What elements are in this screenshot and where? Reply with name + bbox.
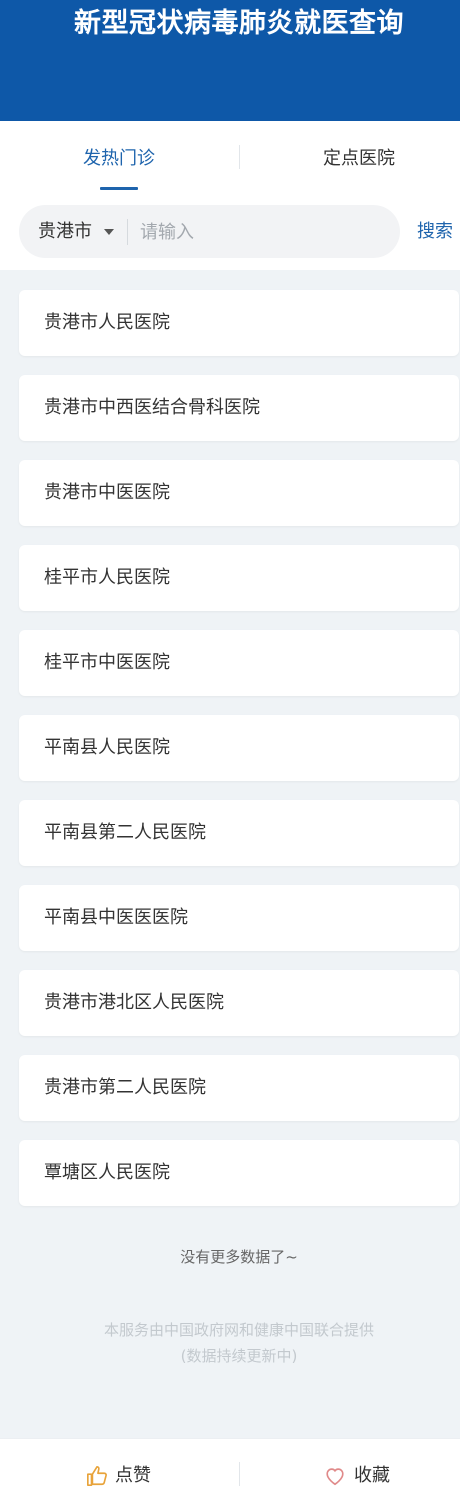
hospital-name: 桂平市中医医院 — [44, 652, 170, 673]
hospital-list-item[interactable]: 平南县中医医医院 — [19, 885, 459, 951]
footer-note-line1: 本服务由中国政府网和健康中国联合提供 — [103, 1321, 374, 1339]
hospital-list-item[interactable]: 贵港市港北区人民医院 — [19, 970, 459, 1036]
page-title: 新型冠状病毒肺炎就医查询 — [74, 8, 404, 39]
hospital-list-item[interactable]: 贵港市第二人民医院 — [19, 1055, 459, 1121]
heart-icon — [326, 1468, 344, 1486]
list-end-text: 没有更多数据了~ — [180, 1248, 298, 1266]
hospital-name: 贵港市人民医院 — [44, 312, 170, 333]
hospital-name: 平南县人民医院 — [44, 737, 170, 758]
search-separator — [127, 219, 128, 245]
thumbs-up-icon — [87, 1466, 107, 1486]
favorite-label: 收藏 — [354, 1465, 390, 1486]
search-input[interactable] — [140, 214, 390, 250]
search-button[interactable]: 搜索 — [417, 216, 453, 248]
bottom-action-bar — [0, 1438, 460, 1510]
like-label: 点赞 — [115, 1465, 151, 1486]
bottom-divider — [239, 1462, 240, 1486]
hospital-name: 平南县第二人民医院 — [44, 822, 206, 843]
hospital-list-item[interactable]: 平南县第二人民医院 — [19, 800, 459, 866]
hospital-name: 贵港市中西医结合骨科医院 — [44, 397, 260, 418]
hospital-list-item[interactable]: 平南县人民医院 — [19, 715, 459, 781]
hospital-list-item[interactable]: 贵港市人民医院 — [19, 290, 459, 356]
active-tab-indicator — [100, 187, 138, 190]
hospital-name: 贵港市中医医院 — [44, 482, 170, 503]
hospital-list-item[interactable]: 桂平市人民医院 — [19, 545, 459, 611]
hospital-list-item[interactable]: 贵港市中医医院 — [19, 460, 459, 526]
hospital-list-item[interactable]: 覃塘区人民医院 — [19, 1140, 459, 1206]
city-select[interactable]: 贵港市 — [38, 216, 92, 248]
hospital-name: 桂平市人民医院 — [44, 567, 170, 588]
tab-divider — [239, 145, 240, 169]
tab-fever-clinic[interactable]: 发热门诊 — [40, 144, 198, 174]
hospital-name: 贵港市港北区人民医院 — [44, 992, 224, 1013]
hospital-list-item[interactable]: 桂平市中医医院 — [19, 630, 459, 696]
footer-note-line2: (数据持续更新中) — [180, 1347, 298, 1365]
hospital-name: 覃塘区人民医院 — [44, 1162, 170, 1183]
hospital-name: 平南县中医医医院 — [44, 907, 188, 928]
caret-down-icon[interactable] — [104, 229, 114, 235]
hospital-list-item[interactable]: 贵港市中西医结合骨科医院 — [19, 375, 459, 441]
tab-designated-hospital[interactable]: 定点医院 — [280, 144, 438, 174]
hospital-name: 贵港市第二人民医院 — [44, 1077, 206, 1098]
